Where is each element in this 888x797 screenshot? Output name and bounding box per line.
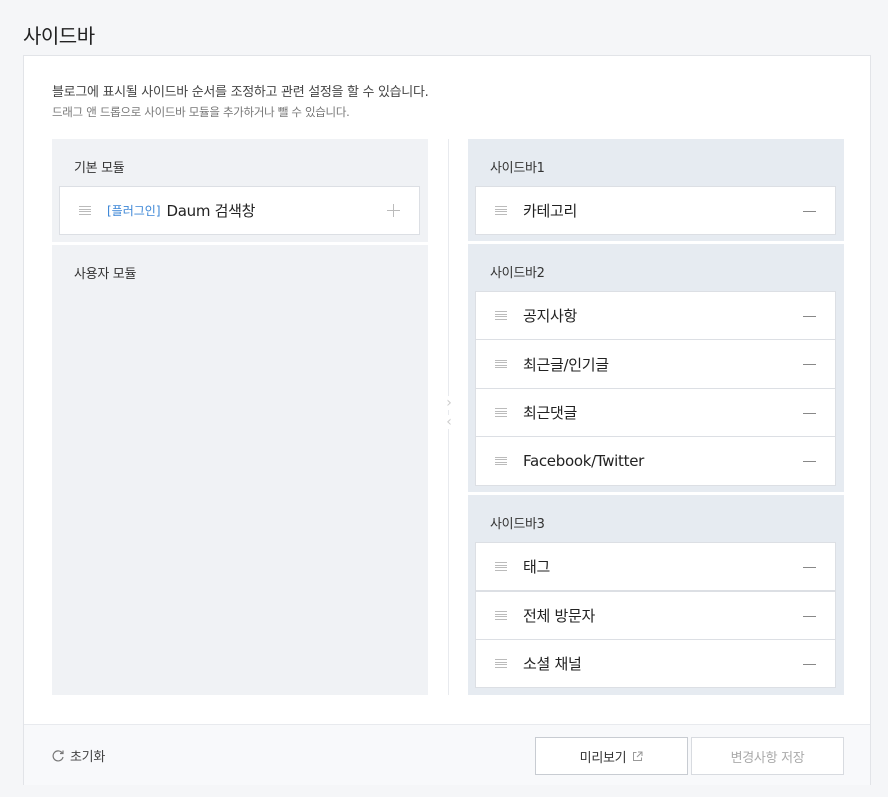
sidebar-item-recent-comments[interactable]: 최근댓글 bbox=[475, 388, 836, 437]
chevron-left-icon: ‹ bbox=[443, 415, 455, 429]
sidebar-group-title: 사이드바1 bbox=[490, 161, 545, 176]
minus-icon[interactable] bbox=[803, 461, 816, 462]
drag-handle-icon[interactable] bbox=[495, 562, 507, 571]
sidebar-item-visitors[interactable]: 전체 방문자 bbox=[475, 591, 836, 640]
preview-label: 미리보기 bbox=[579, 750, 627, 766]
minus-icon[interactable] bbox=[803, 316, 816, 317]
minus-icon[interactable] bbox=[803, 567, 816, 568]
reset-button[interactable]: 초기화 bbox=[51, 746, 105, 765]
drag-handle-icon[interactable] bbox=[495, 408, 507, 417]
description-line-2: 드래그 앤 드롭으로 사이드바 모듈을 추가하거나 뺄 수 있습니다. bbox=[52, 105, 350, 119]
module-label: 전체 방문자 bbox=[523, 607, 595, 625]
drag-handle-icon[interactable] bbox=[495, 359, 507, 369]
user-modules-section: 사용자 모듈 bbox=[52, 245, 428, 695]
module-item-daum-search[interactable]: [플러그인] Daum 검색창 bbox=[59, 186, 420, 235]
reset-label: 초기화 bbox=[70, 750, 105, 765]
minus-icon[interactable] bbox=[803, 364, 816, 365]
user-modules-title: 사용자 모듈 bbox=[74, 267, 137, 282]
sidebar-group-2: 사이드바2 공지사항 최근글/인기글 최근댓글 Facebook/Twitter bbox=[468, 244, 844, 492]
module-label: 최근댓글 bbox=[523, 404, 578, 422]
sidebar-item-tag[interactable]: 태그 bbox=[475, 542, 836, 591]
sidebar-item-facebook-twitter[interactable]: Facebook/Twitter bbox=[475, 436, 836, 486]
sidebar-settings-card: 블로그에 표시될 사이드바 순서를 조정하고 관련 설정을 할 수 있습니다. … bbox=[23, 55, 871, 785]
sidebar-group-title: 사이드바3 bbox=[490, 517, 545, 532]
sidebar-group-3: 사이드바3 태그 전체 방문자 소셜 채널 bbox=[468, 495, 844, 695]
basic-modules-section: 기본 모듈 [플러그인] Daum 검색창 bbox=[52, 139, 428, 242]
sidebar-group-title: 사이드바2 bbox=[490, 266, 545, 281]
description-line-1: 블로그에 표시될 사이드바 순서를 조정하고 관련 설정을 할 수 있습니다. bbox=[52, 85, 429, 100]
external-link-icon bbox=[633, 751, 643, 761]
minus-icon[interactable] bbox=[803, 413, 816, 414]
chevron-right-icon: › bbox=[443, 396, 455, 410]
page-title: 사이드바 bbox=[23, 24, 95, 48]
module-label: 최근글/인기글 bbox=[523, 355, 609, 374]
refresh-icon bbox=[52, 749, 64, 761]
sidebar-item-social-channel[interactable]: 소셜 채널 bbox=[475, 639, 836, 688]
preview-button[interactable]: 미리보기 bbox=[535, 737, 688, 775]
drag-handle-icon[interactable] bbox=[495, 206, 507, 215]
footer-bar: 초기화 미리보기 변경사항 저장 bbox=[24, 724, 870, 785]
module-label: 공지사항 bbox=[523, 307, 578, 325]
basic-modules-title: 기본 모듈 bbox=[74, 161, 125, 176]
minus-icon[interactable] bbox=[803, 664, 816, 665]
module-label: 태그 bbox=[523, 558, 551, 576]
sidebar-group-1: 사이드바1 카테고리 bbox=[468, 139, 844, 241]
save-changes-button[interactable]: 변경사항 저장 bbox=[691, 737, 844, 775]
plus-icon[interactable] bbox=[387, 204, 400, 217]
module-library: 기본 모듈 [플러그인] Daum 검색창 사용자 모듈 bbox=[52, 139, 428, 695]
module-label: 소셜 채널 bbox=[523, 655, 582, 673]
minus-icon[interactable] bbox=[803, 211, 816, 212]
drag-handle-icon[interactable] bbox=[79, 206, 91, 215]
module-label: 카테고리 bbox=[523, 202, 578, 220]
sidebar-item-notice[interactable]: 공지사항 bbox=[475, 291, 836, 340]
drag-handle-icon[interactable] bbox=[495, 456, 507, 466]
minus-icon[interactable] bbox=[803, 616, 816, 617]
drag-handle-icon[interactable] bbox=[495, 659, 507, 668]
sidebar-item-recent-posts[interactable]: 최근글/인기글 bbox=[475, 340, 836, 389]
module-label: Facebook/Twitter bbox=[523, 452, 645, 470]
plugin-tag: [플러그인] bbox=[107, 204, 161, 218]
drag-handle-icon[interactable] bbox=[495, 311, 507, 320]
module-label: Daum 검색창 bbox=[166, 202, 256, 220]
drag-handle-icon[interactable] bbox=[495, 611, 507, 620]
sidebar-item-category[interactable]: 카테고리 bbox=[475, 186, 836, 235]
